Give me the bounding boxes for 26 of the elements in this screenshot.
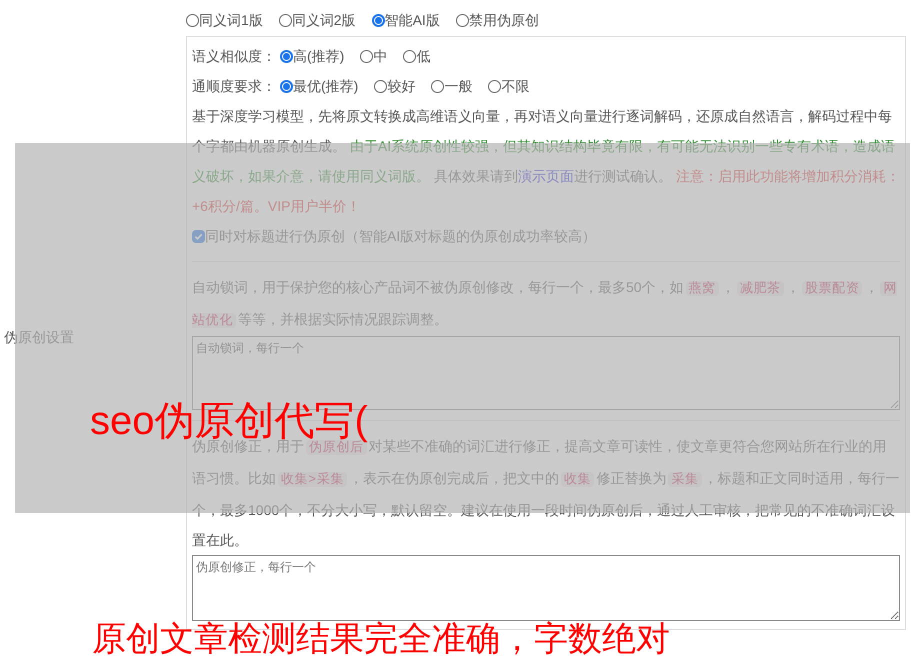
radio-icon[interactable]: [456, 14, 469, 26]
radio-icon[interactable]: [372, 14, 385, 26]
radio-option[interactable]: 不限: [488, 76, 530, 96]
radio-option[interactable]: 低: [403, 46, 430, 66]
radio-option[interactable]: 较好: [374, 76, 416, 96]
option-label: 语义相似度：: [192, 46, 276, 66]
radio-icon[interactable]: [280, 50, 293, 62]
radio-option[interactable]: 最优(推荐): [280, 76, 358, 96]
radio-icon[interactable]: [280, 80, 293, 92]
option-label: 通顺度要求：: [192, 76, 276, 96]
radio-icon[interactable]: [186, 14, 199, 26]
radio-icon[interactable]: [431, 80, 444, 92]
correction-field[interactable]: 伪原创修正，每行一个: [192, 555, 900, 621]
radio-icon[interactable]: [360, 50, 374, 62]
radio-option[interactable]: 禁用伪原创: [456, 10, 539, 30]
radio-option[interactable]: 一般: [431, 76, 472, 96]
radio-icon[interactable]: [374, 80, 388, 92]
radio-option[interactable]: 同义词1版: [186, 10, 263, 30]
radio-option[interactable]: 中: [360, 46, 388, 66]
radio-option[interactable]: 同义词2版: [278, 10, 356, 30]
overlay-caption: 原创文章检测结果完全准确，字数绝对: [92, 620, 670, 658]
radio-icon[interactable]: [278, 14, 292, 26]
radio-icon[interactable]: [488, 80, 502, 92]
radio-option[interactable]: 智能AI版: [372, 10, 440, 30]
radio-icon[interactable]: [403, 50, 416, 62]
radio-option[interactable]: 高(推荐): [280, 46, 344, 66]
